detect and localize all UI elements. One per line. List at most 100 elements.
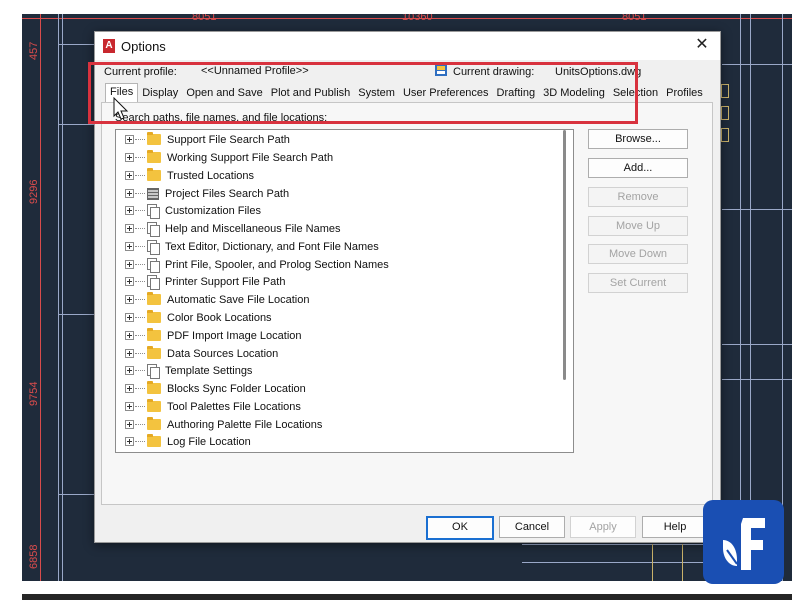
- add-button[interactable]: Add...: [588, 158, 688, 178]
- expand-icon[interactable]: [125, 349, 134, 358]
- tree-item-label: Color Book Locations: [167, 311, 272, 324]
- expand-icon[interactable]: [125, 171, 134, 180]
- tree-item[interactable]: Trusted Locations: [116, 167, 556, 184]
- project-icon: [147, 187, 159, 200]
- tab-3d-modeling[interactable]: 3D Modeling: [539, 85, 609, 102]
- folder-icon: [147, 434, 161, 447]
- tree-item-label: Printer Support File Path: [165, 275, 286, 288]
- tree-item[interactable]: Print File, Spooler, and Prolog Section …: [116, 256, 556, 273]
- move-up-button[interactable]: Move Up: [588, 216, 688, 236]
- tree-item[interactable]: Support File Search Path: [116, 131, 556, 148]
- current-drawing-value: UnitsOptions.dwg: [555, 66, 642, 78]
- current-drawing-label: Current drawing:: [453, 66, 535, 78]
- folder-icon: [147, 150, 161, 163]
- tree-item[interactable]: PDF Import Image Location: [116, 327, 556, 344]
- tree-item[interactable]: Text Editor, Dictionary, and Font File N…: [116, 238, 556, 255]
- tab-plot-and-publish[interactable]: Plot and Publish: [267, 85, 355, 102]
- dialog-title: Options: [121, 39, 166, 54]
- dimension-label: 457: [28, 41, 40, 60]
- tree-item-label: Print File, Spooler, and Prolog Section …: [165, 258, 389, 271]
- dimension-label: 8051: [192, 14, 217, 23]
- tab-drafting[interactable]: Drafting: [493, 85, 540, 102]
- tree-item[interactable]: Blocks Sync Folder Location: [116, 380, 556, 397]
- options-dialog: A Options ✕ Current profile: <<Unnamed P…: [88, 31, 721, 543]
- tree-item[interactable]: Automatic Save File Location: [116, 291, 556, 308]
- tree-item[interactable]: Color Book Locations: [116, 309, 556, 326]
- tree-item-label: Log File Location: [167, 435, 251, 448]
- tree-item[interactable]: Project Files Search Path: [116, 185, 556, 202]
- current-profile-label: Current profile:: [104, 66, 177, 78]
- expand-icon[interactable]: [125, 313, 134, 322]
- expand-icon[interactable]: [125, 260, 134, 269]
- expand-icon[interactable]: [125, 402, 134, 411]
- dimension-label: 6858: [28, 544, 40, 569]
- tree-item[interactable]: Log File Location: [116, 433, 556, 450]
- expand-icon[interactable]: [125, 135, 134, 144]
- tree-item-label: Help and Miscellaneous File Names: [165, 222, 341, 235]
- expand-icon[interactable]: [125, 242, 134, 251]
- tree-item-label: Automatic Save File Location: [167, 293, 310, 306]
- tree-item-label: Working Support File Search Path: [167, 151, 334, 164]
- tab-display[interactable]: Display: [138, 85, 182, 102]
- tab-profiles[interactable]: Profiles: [662, 85, 707, 102]
- folder-icon: [147, 292, 161, 305]
- files-icon: [147, 240, 160, 255]
- tree-item-label: PDF Import Image Location: [167, 329, 302, 342]
- move-down-button[interactable]: Move Down: [588, 244, 688, 264]
- brand-logo: [703, 500, 784, 584]
- dimension-label: 8051: [622, 14, 647, 23]
- tree-item[interactable]: Working Support File Search Path: [116, 149, 556, 166]
- folder-icon: [147, 399, 161, 412]
- files-icon: [147, 275, 160, 290]
- expand-icon[interactable]: [125, 331, 134, 340]
- expand-icon[interactable]: [125, 206, 134, 215]
- expand-icon[interactable]: [125, 277, 134, 286]
- tree-item[interactable]: Printer Support File Path: [116, 273, 556, 290]
- folder-icon: [147, 132, 161, 145]
- expand-icon[interactable]: [125, 189, 134, 198]
- tree-item[interactable]: Data Sources Location: [116, 345, 556, 362]
- set-current-button[interactable]: Set Current: [588, 273, 688, 293]
- files-icon: [147, 222, 160, 237]
- expand-icon[interactable]: [125, 384, 134, 393]
- search-paths-label: Search paths, file names, and file locat…: [115, 112, 328, 124]
- title-bar[interactable]: A Options ✕: [95, 32, 720, 60]
- apply-button[interactable]: Apply: [570, 516, 636, 538]
- tree-item-label: Support File Search Path: [167, 133, 290, 146]
- folder-icon: [147, 417, 161, 430]
- tab-selection[interactable]: Selection: [609, 85, 662, 102]
- close-icon[interactable]: ✕: [692, 35, 712, 55]
- folder-icon: [147, 168, 161, 181]
- tab-system[interactable]: System: [354, 85, 399, 102]
- expand-icon[interactable]: [125, 224, 134, 233]
- remove-button[interactable]: Remove: [588, 187, 688, 207]
- browse-button[interactable]: Browse...: [588, 129, 688, 149]
- tree-item-label: Authoring Palette File Locations: [167, 418, 323, 431]
- ok-button[interactable]: OK: [426, 516, 494, 540]
- tab-open-and-save[interactable]: Open and Save: [182, 85, 266, 102]
- expand-icon[interactable]: [125, 295, 134, 304]
- tree-item[interactable]: Customization Files: [116, 202, 556, 219]
- tree-item-label: Tool Palettes File Locations: [167, 400, 301, 413]
- tree-item[interactable]: Help and Miscellaneous File Names: [116, 220, 556, 237]
- tree-scrollbar[interactable]: [563, 130, 566, 380]
- file-locations-tree[interactable]: Support File Search Path Working Support…: [115, 129, 574, 453]
- tree-item-label: Trusted Locations: [167, 169, 255, 182]
- tree-item-label: Text Editor, Dictionary, and Font File N…: [165, 240, 379, 253]
- cancel-button[interactable]: Cancel: [499, 516, 565, 538]
- tree-item[interactable]: Template Settings: [116, 362, 556, 379]
- expand-icon[interactable]: [125, 366, 134, 375]
- bottom-strip: [22, 594, 792, 600]
- dimension-label: 9296: [28, 179, 40, 204]
- help-button[interactable]: Help: [642, 516, 708, 538]
- tab-user-preferences[interactable]: User Preferences: [399, 85, 493, 102]
- mouse-cursor-icon: [113, 97, 129, 120]
- tree-item-label: Data Sources Location: [167, 347, 279, 360]
- dimension-label: 9754: [28, 381, 40, 406]
- expand-icon[interactable]: [125, 420, 134, 429]
- files-icon: [147, 258, 160, 273]
- tree-item[interactable]: Authoring Palette File Locations: [116, 416, 556, 433]
- expand-icon[interactable]: [125, 153, 134, 162]
- tree-item[interactable]: Tool Palettes File Locations: [116, 398, 556, 415]
- expand-icon[interactable]: [125, 437, 134, 446]
